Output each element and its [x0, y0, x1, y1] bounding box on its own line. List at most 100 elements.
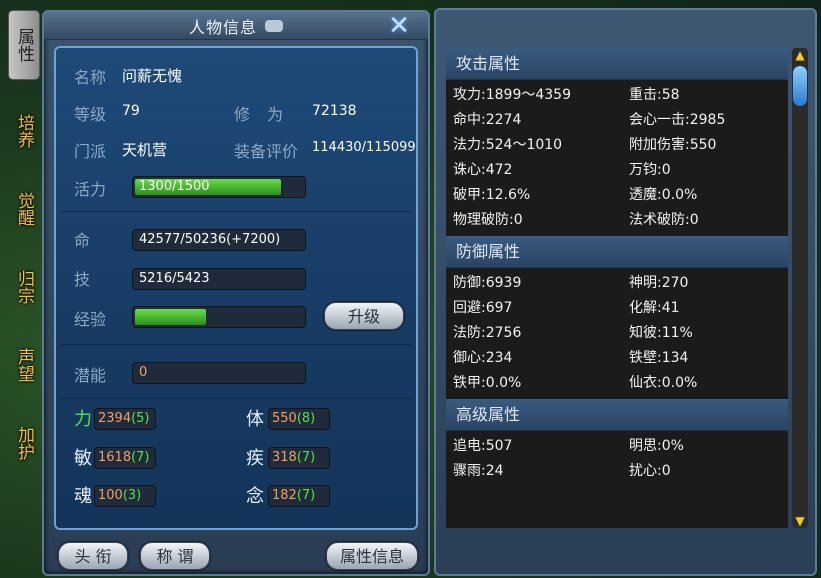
- stat-agility-bonus: (7): [131, 450, 150, 465]
- attack-section-header: 攻击属性: [446, 48, 788, 80]
- defense-attribute-grid: 防御:6939 神明:270 回避:697 化解:41 法防:2756 知彼:11% 御心:…: [446, 268, 788, 399]
- hp-label: 命: [74, 231, 91, 250]
- tab-awaken[interactable]: 觉醒: [8, 174, 40, 244]
- stat-strength-box: 2394(5): [94, 408, 156, 430]
- attribute-item: 诛心:472: [453, 162, 513, 178]
- sect-label: 门派: [74, 142, 107, 161]
- tab-blessing[interactable]: 加护: [8, 408, 40, 478]
- attribute-item: 法术破防:0: [629, 212, 699, 228]
- stat-speed-bonus: (7): [296, 450, 316, 465]
- tab-return[interactable]: 归宗: [8, 252, 40, 322]
- cultivation-value: 72138: [312, 103, 357, 119]
- scrollbar[interactable]: ▲ ▼: [792, 48, 808, 528]
- stat-agility-box: 1618(7): [94, 447, 156, 469]
- stat-speed-value: 318: [272, 450, 297, 465]
- stat-soul-value: 100: [98, 488, 123, 503]
- stat-strength-bonus: (5): [131, 411, 150, 426]
- stat-soul-box: 100(3): [94, 485, 156, 507]
- stat-mind-label: 念: [246, 486, 264, 507]
- exp-bar-fill: [135, 309, 206, 325]
- side-tab-bar: 属性 培养 觉醒 归宗 声望 加护: [8, 10, 44, 486]
- tab-attributes[interactable]: 属性: [8, 10, 40, 80]
- character-info-panel: 人物信息 ✕ 名称 问薪无愧 等级 79 修 为 72138 门派 天机营 装备…: [42, 10, 430, 576]
- exp-bar: [132, 306, 306, 328]
- attribute-item: 神明:270: [629, 275, 689, 291]
- scroll-thumb[interactable]: [793, 66, 807, 106]
- potential-box: 0: [132, 362, 306, 384]
- name-label: 名称: [74, 68, 107, 87]
- attribute-item: 仙衣:0.0%: [629, 375, 698, 391]
- stat-strength-label: 力: [74, 409, 92, 430]
- divider: [60, 398, 412, 399]
- attribute-item: 命中:2274: [453, 112, 522, 128]
- panel-title: 人物信息: [188, 17, 257, 37]
- stat-mind-box: 182(7): [268, 485, 330, 507]
- skill-label: 技: [74, 270, 91, 289]
- advanced-section-header: 高级属性: [446, 399, 788, 431]
- attack-section: 攻击属性 攻力:1899～4359 重击:58 命中:2274 会心一击:2985 法力…: [446, 48, 788, 236]
- attribute-item: 破甲:12.6%: [453, 187, 531, 203]
- attribute-item: 明思:0%: [629, 438, 684, 454]
- character-info-frame: 名称 问薪无愧 等级 79 修 为 72138 门派 天机营 装备评价 1144…: [54, 46, 418, 530]
- scroll-up-arrow-icon[interactable]: ▲: [792, 48, 808, 62]
- tab-cultivate[interactable]: 培养: [8, 96, 40, 166]
- stat-agility-label: 敏: [74, 448, 92, 469]
- attribute-info-button[interactable]: 属性信息: [326, 542, 418, 570]
- level-label: 等级: [74, 105, 107, 124]
- attribute-item: 重击:58: [629, 87, 680, 103]
- skill-box: 5216/5423: [132, 268, 306, 290]
- attribute-item: 铁甲:0.0%: [453, 375, 522, 391]
- potential-value: 0: [139, 365, 148, 380]
- equip-score-value: 114430/115099: [312, 140, 416, 155]
- stat-physique-label: 体: [246, 409, 264, 430]
- defense-section-header: 防御属性: [446, 236, 788, 268]
- divider: [60, 344, 412, 345]
- attribute-item: 附加伤害:550: [629, 137, 717, 153]
- vitality-bar: 1300/1500: [132, 176, 306, 198]
- sect-value: 天机营: [122, 141, 168, 159]
- advanced-attribute-grid: 追电:507 明思:0% 骤雨:24 扰心:0: [446, 431, 788, 487]
- attribute-item: 扰心:0: [629, 463, 671, 479]
- hp-text: 42577/50236(+7200): [139, 232, 281, 247]
- attribute-item: 追电:507: [453, 438, 513, 454]
- stat-soul-label: 魂: [74, 486, 92, 507]
- stat-soul-bonus: (3): [122, 488, 142, 503]
- panel-header[interactable]: 人物信息 ✕: [44, 12, 428, 40]
- attribute-item: 防御:6939: [453, 275, 522, 291]
- attribute-item: 化解:41: [629, 300, 680, 316]
- attribute-item: 御心:234: [453, 350, 513, 366]
- equip-score-label: 装备评价: [234, 142, 299, 161]
- skill-text: 5216/5423: [139, 271, 210, 286]
- attribute-item: 透魔:0.0%: [629, 187, 698, 203]
- toggle-arrow-icon[interactable]: [265, 19, 283, 32]
- level-value: 79: [122, 103, 140, 119]
- potential-label: 潜能: [74, 366, 107, 385]
- appellation-button[interactable]: 称 谓: [140, 542, 210, 570]
- title-button[interactable]: 头 衔: [58, 542, 128, 570]
- stat-agility-value: 1618: [98, 450, 132, 465]
- defense-section: 防御属性 防御:6939 神明:270 回避:697 化解:41 法防:2756 知彼:1…: [446, 236, 788, 399]
- close-icon[interactable]: ✕: [386, 13, 412, 39]
- exp-label: 经验: [74, 310, 107, 329]
- scroll-down-arrow-icon[interactable]: ▼: [792, 514, 808, 528]
- attribute-list[interactable]: 攻击属性 攻力:1899～4359 重击:58 命中:2274 会心一击:2985 法力…: [446, 48, 788, 528]
- stat-physique-box: 550(8): [268, 408, 330, 430]
- attribute-item: 知彼:11%: [629, 325, 693, 341]
- tab-reputation[interactable]: 声望: [8, 330, 40, 400]
- vitality-text: 1300/1500: [139, 179, 210, 194]
- attribute-item: 法力:524～1010: [453, 137, 563, 153]
- stat-mind-bonus: (7): [296, 488, 316, 503]
- advanced-section: 高级属性 追电:507 明思:0% 骤雨:24 扰心:0: [446, 399, 788, 487]
- attribute-item: 攻力:1899～4359: [453, 87, 571, 103]
- attribute-item: 骤雨:24: [453, 463, 504, 479]
- stat-physique-value: 550: [272, 411, 297, 426]
- stat-speed-box: 318(7): [268, 447, 330, 469]
- attribute-item: 会心一击:2985: [629, 112, 726, 128]
- level-up-button[interactable]: 升级: [324, 302, 404, 330]
- cultivation-label: 修 为: [234, 105, 284, 124]
- stat-speed-label: 疾: [246, 448, 264, 469]
- attribute-item: 物理破防:0: [453, 212, 523, 228]
- divider: [60, 211, 412, 212]
- attribute-item: 回避:697: [453, 300, 513, 316]
- stat-physique-bonus: (8): [296, 411, 316, 426]
